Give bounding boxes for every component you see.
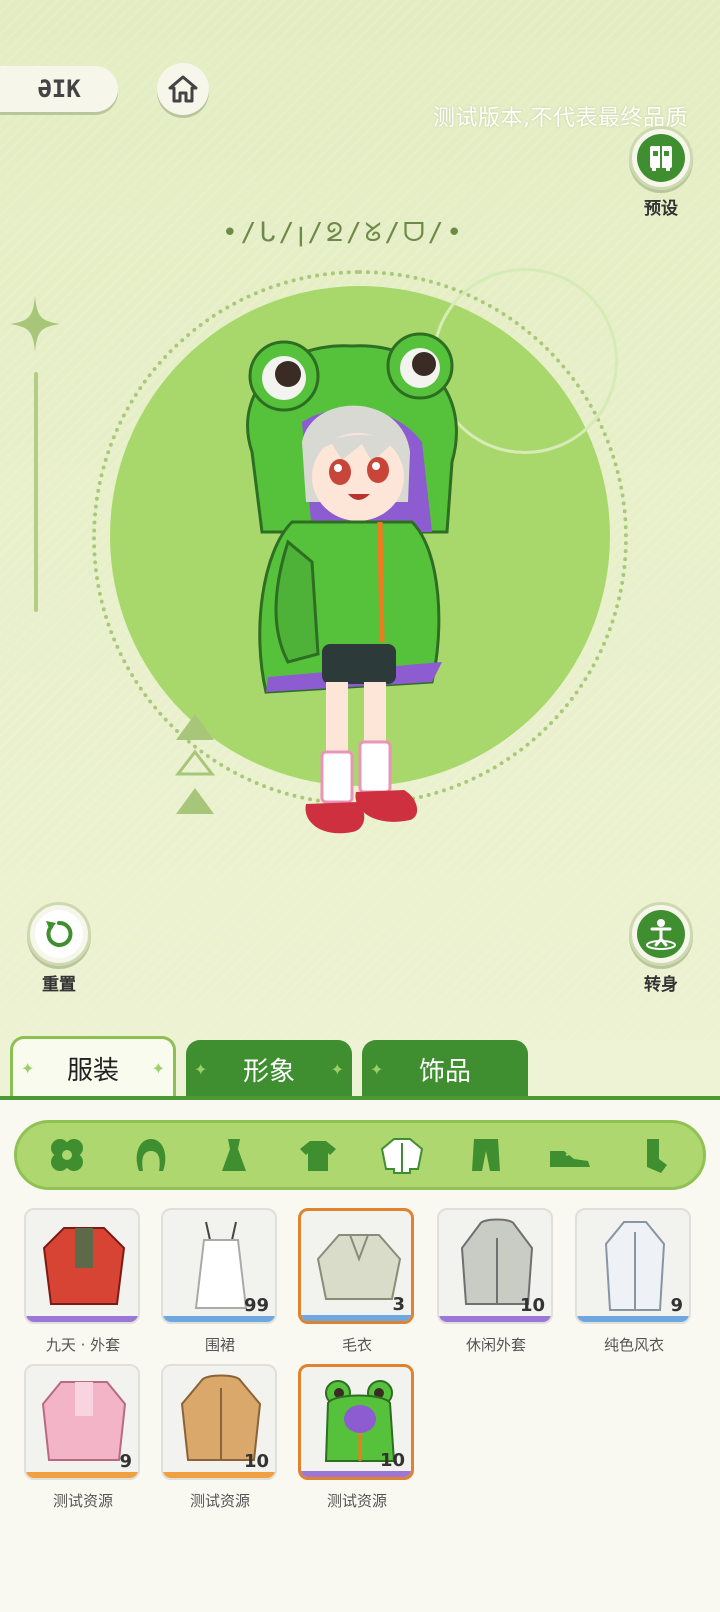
reset-icon xyxy=(46,920,73,947)
item-label: 休闲外套 xyxy=(465,1336,526,1354)
turn-label: 转身 xyxy=(644,975,678,995)
sparkle-icon: ✦ xyxy=(330,1059,344,1079)
sparkle-icon: ✦ xyxy=(151,1059,165,1078)
item-card[interactable]: 9 测试资源 xyxy=(24,1364,142,1511)
home-icon xyxy=(168,75,198,103)
sparkle-icon: ✦ xyxy=(194,1059,208,1079)
category-outerwear[interactable] xyxy=(377,1130,427,1180)
shoe-icon xyxy=(550,1151,591,1167)
sock-icon xyxy=(647,1139,668,1173)
item-label: 毛衣 xyxy=(341,1336,372,1354)
pink-jacket-item-icon xyxy=(41,1381,127,1461)
hair-icon xyxy=(136,1139,165,1171)
category-socks[interactable] xyxy=(628,1130,678,1180)
triangle-deco-icons xyxy=(174,714,216,814)
category-shoes[interactable] xyxy=(544,1130,594,1180)
reset-button[interactable]: 重置 xyxy=(26,902,92,995)
wardrobe-icon xyxy=(650,146,672,171)
sweater-item-icon xyxy=(316,1234,402,1300)
stage-title-glyphs: •/ᒐ/ꞁ/ᘖ/ᘜ/ᗜ/• xyxy=(222,218,466,248)
back-button[interactable]: ƏIK xyxy=(0,66,118,112)
clover-icon xyxy=(50,1139,83,1171)
item-card[interactable]: 九天 · 外套 xyxy=(24,1208,142,1355)
item-card[interactable]: 3 毛衣 xyxy=(298,1208,416,1355)
item-card[interactable]: 9 纯色风衣 xyxy=(575,1208,693,1355)
character-stage: ƏIK 测试版本,不代表最终品质 预设 •/ᒐ/ꞁ/ᘖ/ᘜ/ᗜ/• 重置 转身 xyxy=(0,0,720,1040)
turn-button[interactable]: 转身 xyxy=(628,902,694,995)
item-card[interactable]: 10 休闲外套 xyxy=(437,1208,555,1355)
item-label: 九天 · 外套 xyxy=(45,1336,121,1354)
character-frog-hoodie xyxy=(246,332,458,834)
preset-button[interactable]: 预设 xyxy=(628,126,694,219)
item-label: 纯色风衣 xyxy=(603,1336,664,1354)
category-all[interactable] xyxy=(42,1130,92,1180)
category-pants[interactable] xyxy=(461,1130,511,1180)
item-label: 测试资源 xyxy=(189,1492,250,1510)
item-card[interactable]: 10 测试资源 xyxy=(298,1364,416,1511)
main-tabs: ✦ 服装 ✦ ✦ 形象 ✦ ✦ 饰品 xyxy=(0,1036,720,1100)
jacket-item-icon xyxy=(42,1227,126,1305)
category-hair[interactable] xyxy=(126,1130,176,1180)
item-card[interactable]: 10 测试资源 xyxy=(161,1364,279,1511)
turn-around-icon xyxy=(646,919,676,950)
category-bar xyxy=(14,1120,706,1190)
trench-coat-item-icon xyxy=(604,1221,666,1311)
tab-accessories[interactable]: ✦ 饰品 xyxy=(362,1040,528,1098)
jacket-icon xyxy=(380,1138,423,1174)
category-top[interactable] xyxy=(293,1130,343,1180)
item-label: 测试资源 xyxy=(326,1492,387,1510)
home-button[interactable] xyxy=(157,63,209,115)
tab-appearance[interactable]: ✦ 形象 ✦ xyxy=(186,1040,352,1098)
back-button-label: ƏIK xyxy=(37,75,81,103)
preset-label: 预设 xyxy=(644,199,678,219)
reset-label: 重置 xyxy=(42,975,76,995)
sparkle-icon: ✦ xyxy=(21,1059,35,1078)
tab-clothing[interactable]: ✦ 服装 ✦ xyxy=(10,1036,176,1098)
item-label: 围裙 xyxy=(204,1336,235,1354)
item-card[interactable]: 99 围裙 xyxy=(161,1208,279,1355)
tshirt-icon xyxy=(300,1141,337,1171)
item-label: 测试资源 xyxy=(52,1492,113,1510)
sparkle-icon xyxy=(10,296,60,352)
sparkle-icon: ✦ xyxy=(370,1059,384,1079)
left-deco-line xyxy=(34,372,38,612)
dress-icon xyxy=(222,1139,247,1171)
category-dress[interactable] xyxy=(209,1130,259,1180)
pants-icon xyxy=(471,1139,500,1171)
